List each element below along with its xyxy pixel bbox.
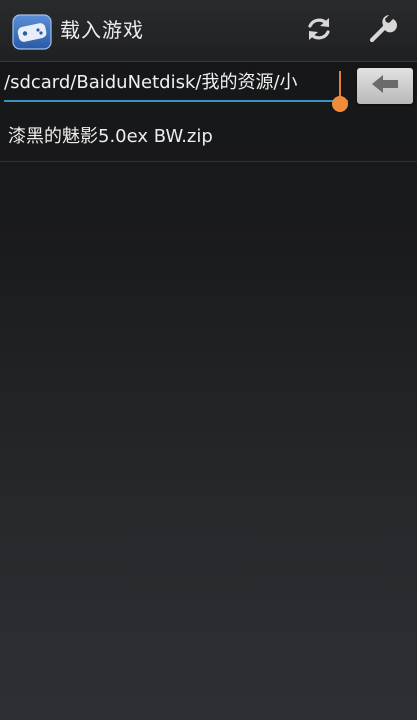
cursor-handle[interactable] bbox=[332, 96, 348, 112]
settings-button[interactable] bbox=[366, 14, 400, 48]
back-button[interactable] bbox=[357, 68, 413, 104]
back-arrow-icon bbox=[370, 73, 400, 99]
file-name: 漆黑的魅影5.0ex BW.zip bbox=[8, 126, 213, 147]
file-list: 漆黑的魅影5.0ex BW.zip bbox=[0, 112, 417, 162]
text-cursor bbox=[339, 71, 341, 97]
action-bar: 载入游戏 bbox=[0, 0, 417, 62]
refresh-icon bbox=[304, 14, 334, 48]
refresh-button[interactable] bbox=[302, 14, 336, 48]
path-bar: /sdcard/BaiduNetdisk/我的资源/小 bbox=[0, 62, 417, 112]
app-screen: 载入游戏 /sdcard/BaiduNetdisk/我的资源/小 漆黑的魅影5.… bbox=[0, 0, 417, 720]
wrench-icon bbox=[367, 13, 399, 49]
page-title: 载入游戏 bbox=[60, 18, 144, 42]
list-item[interactable]: 漆黑的魅影5.0ex BW.zip bbox=[0, 112, 417, 162]
gamepad-icon[interactable] bbox=[12, 14, 52, 50]
path-input-value: /sdcard/BaiduNetdisk/我的资源/小 bbox=[4, 72, 298, 93]
